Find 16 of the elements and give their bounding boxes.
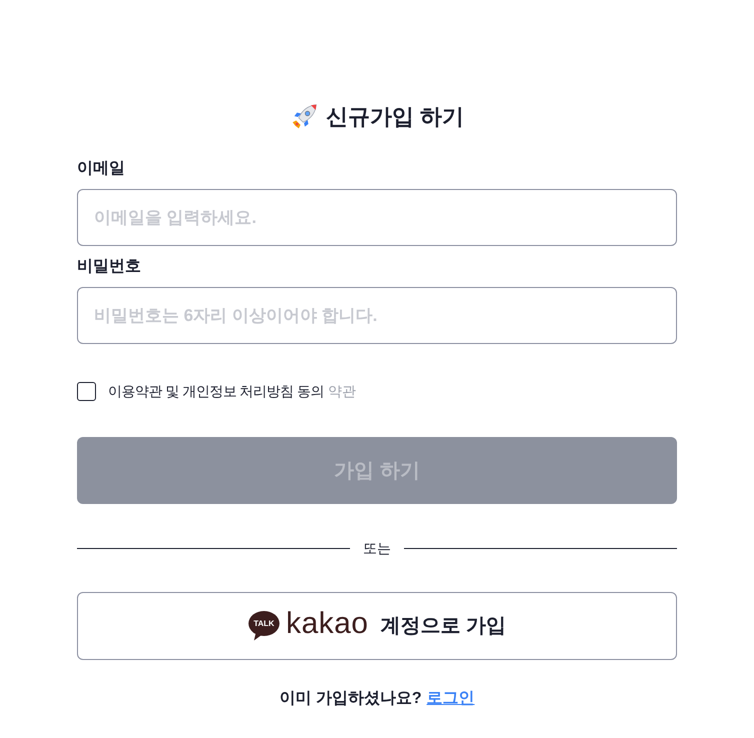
terms-link[interactable]: 약관: [328, 381, 356, 401]
login-link[interactable]: 로그인: [426, 688, 475, 710]
talk-logo: TALK: [248, 611, 280, 641]
footer-text: 이미 가입하셨나요?: [279, 689, 422, 709]
page-title: 신규가입 하기: [326, 103, 464, 131]
input-field[interactable]: 이메일을 입력하세요.: [77, 189, 677, 246]
kakao-wordmark: kakao: [286, 607, 368, 642]
field-label: 비밀번호: [77, 257, 142, 277]
checkbox[interactable]: [77, 382, 96, 400]
rocket-icon: [290, 103, 318, 131]
kakao-button-label: 계정으로 가입: [380, 614, 506, 639]
kakao-signup-button[interactable]: TALK kakao 계정으로 가입: [77, 592, 677, 660]
divider-label: 또는: [362, 539, 392, 558]
field-label: 이메일: [77, 159, 126, 179]
terms-text: 이용약관 및 개인정보 처리방침 동의: [108, 382, 324, 401]
input-field[interactable]: 비밀번호는 6자리 이상이어야 합니다.: [77, 287, 677, 344]
